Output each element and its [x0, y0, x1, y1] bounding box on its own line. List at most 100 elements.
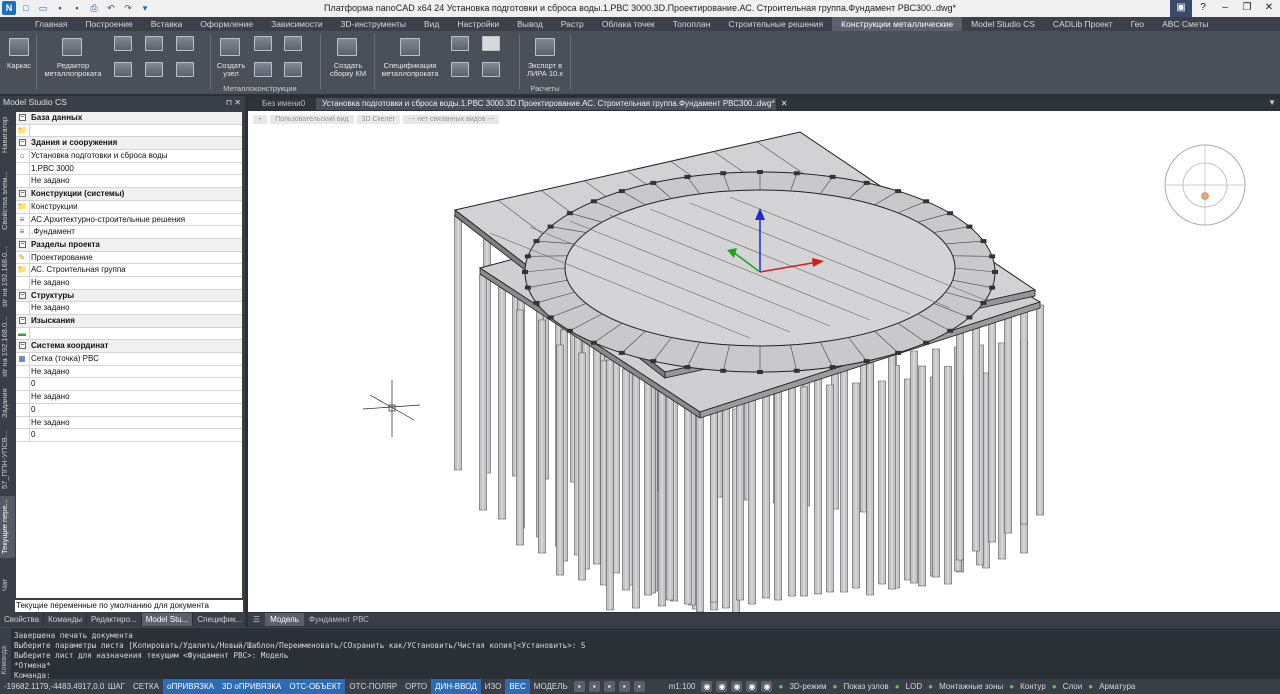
ribbon-tab[interactable]: Вид [415, 17, 448, 31]
vertical-tab[interactable]: Навигатор [0, 110, 15, 160]
close-button[interactable]: ✕ [1258, 0, 1280, 17]
panel-tab[interactable]: Команды [44, 613, 88, 626]
tab-sheet[interactable]: Фундамент РВС [304, 613, 374, 626]
property-category[interactable]: − Разделы проекта [16, 238, 242, 252]
property-category[interactable]: − Система координат [16, 340, 242, 354]
column-icon-3[interactable] [176, 62, 194, 77]
property-row[interactable]: 📁 АС. Строительная группа [16, 264, 242, 278]
minimize-button[interactable]: – [1214, 0, 1236, 17]
property-row[interactable]: 0 [16, 403, 242, 417]
beam-icon-1[interactable] [114, 36, 132, 51]
status-right-item[interactable]: 3D-режим [787, 679, 828, 694]
node-icon-2[interactable] [284, 36, 302, 51]
collapse-icon[interactable]: − [19, 342, 26, 350]
property-row[interactable]: 0 [16, 378, 242, 392]
vertical-tab[interactable]: Свойства элем... [0, 164, 15, 238]
property-row[interactable]: 📁 [16, 124, 242, 138]
status-right-item[interactable]: Монтажные зоны [937, 679, 1005, 694]
panel-tab[interactable]: Специфик... [193, 613, 248, 626]
vertical-tab[interactable]: str на 192.168.0... [0, 242, 15, 312]
property-row[interactable]: Не задано [16, 302, 242, 316]
viewport-toolbar-item[interactable]: --- нет связанных видов --- [403, 115, 500, 124]
status-toggle[interactable]: ОТС-ОБЪЕКТ [285, 679, 346, 694]
ribbon-tab[interactable]: Зависимости [262, 17, 332, 31]
ribbon-tab[interactable]: Облака точек [593, 17, 664, 31]
collapse-icon[interactable]: − [19, 317, 26, 324]
export-lira-label2[interactable]: ЛИРА 10.х [520, 70, 570, 78]
export-lira-icon[interactable] [535, 38, 555, 56]
beam-icon-3[interactable] [176, 36, 194, 51]
specification-label2[interactable]: металлопроката [376, 70, 444, 78]
viewport-toolbar-item[interactable]: 3D Скелет [356, 115, 401, 124]
ribbon-tab[interactable]: Гео [1122, 17, 1154, 31]
maximize-button[interactable]: ❐ [1236, 0, 1258, 17]
collapse-icon[interactable]: − [19, 114, 26, 121]
camera-icon[interactable]: ▪ [573, 681, 585, 692]
property-row[interactable]: ▬ [16, 327, 242, 341]
vertical-tab[interactable]: Чат [0, 562, 15, 608]
status-toggle[interactable]: ОРТО [401, 679, 431, 694]
property-row[interactable]: Не задано [16, 391, 242, 405]
cloud-icon[interactable]: ▣ [1170, 0, 1192, 17]
specification-icon[interactable] [400, 38, 420, 56]
table-icon-4[interactable] [482, 62, 500, 77]
orbit-icon[interactable]: ◉ [746, 681, 758, 692]
help-icon[interactable]: ? [1192, 0, 1214, 17]
property-row[interactable]: ✎ Проектирование [16, 251, 242, 265]
create-assembly-label2[interactable]: сборку КМ [322, 70, 374, 78]
column-icon-2[interactable] [145, 62, 163, 77]
status-right-item[interactable]: LOD [904, 679, 924, 694]
ribbon-tab[interactable]: 3D-инструменты [332, 17, 415, 31]
property-row[interactable]: 1.РВС 3000 [16, 162, 242, 176]
status-right-item[interactable]: Слои [1061, 679, 1084, 694]
create-assembly-icon[interactable] [337, 38, 357, 56]
status-toggle[interactable]: СЕТКА [129, 679, 163, 694]
property-row[interactable]: 📁 Конструкции [16, 200, 242, 214]
property-category[interactable]: − Здания и сооружения [16, 137, 242, 151]
property-row[interactable]: Не задано [16, 175, 242, 189]
beam-icon-2[interactable] [145, 36, 163, 51]
viewport-toolbar-item[interactable]: Пользовательский вид [270, 115, 354, 124]
zoom-icon[interactable]: ◉ [716, 681, 728, 692]
ribbon-tab[interactable]: Оформление [191, 17, 262, 31]
property-row[interactable]: Не задано [16, 276, 242, 290]
status-right-item[interactable]: Арматура [1097, 679, 1137, 694]
collapse-icon[interactable]: − [19, 190, 26, 198]
collapse-icon[interactable]: − [19, 139, 26, 147]
doc-tab-current[interactable]: Установка подготовки и сброса воды.1.РВС… [316, 98, 788, 110]
property-row[interactable]: ⌂ Установка подготовки и сброса воды [16, 150, 242, 164]
status-toggle[interactable]: МОДЕЛЬ [530, 679, 572, 694]
collapse-icon[interactable]: − [19, 291, 26, 299]
model-3d-view[interactable] [248, 111, 1280, 612]
vertical-tab[interactable]: str на 192.168.0... [0, 316, 15, 378]
create-node-icon[interactable] [220, 38, 240, 56]
zoom-window-icon[interactable]: ◉ [731, 681, 743, 692]
layouts-menu-icon[interactable]: ☰ [248, 613, 265, 626]
ribbon-tab[interactable]: Главная [26, 17, 76, 31]
node-icon-4[interactable] [284, 62, 302, 77]
tabs-dropdown-icon[interactable]: ▼ [1268, 98, 1276, 107]
scale-readout[interactable]: m1:100 [665, 679, 700, 694]
panel-tab[interactable]: Model Stu... [141, 613, 194, 626]
profile-editor-icon[interactable] [62, 38, 82, 56]
ribbon-tab[interactable]: Вывод [508, 17, 552, 31]
panel-tab[interactable]: Свойства [0, 613, 45, 626]
property-category[interactable]: − База данных [16, 112, 242, 125]
ribbon-tab[interactable]: Топоплан [664, 17, 720, 31]
close-tab-icon[interactable]: ✕ [781, 99, 788, 108]
collapse-icon[interactable]: − [19, 240, 26, 248]
node-icon-3[interactable] [254, 62, 272, 77]
status-toggle[interactable]: 3D оПРИВЯЗКА [217, 679, 286, 694]
ribbon-tab[interactable]: ABC Сметы [1153, 17, 1217, 31]
status-toggle[interactable]: ДИН-ВВОД [431, 679, 481, 694]
light-icon[interactable]: ▪ [588, 681, 600, 692]
table-icon-1[interactable] [451, 36, 469, 51]
tab-model[interactable]: Модель [265, 613, 304, 626]
frame-button-label[interactable]: Каркас [3, 62, 35, 70]
viewport-toolbar-item[interactable]: + [253, 115, 268, 124]
select-icon[interactable]: ▪ [633, 681, 645, 692]
vertical-tab[interactable]: 57_ППН-УПСВ... [0, 428, 15, 492]
pan-icon[interactable]: ◉ [701, 681, 713, 692]
profile-editor-label2[interactable]: металлопроката [40, 70, 106, 78]
status-toggle[interactable]: ОТС-ПОЛЯР [345, 679, 401, 694]
